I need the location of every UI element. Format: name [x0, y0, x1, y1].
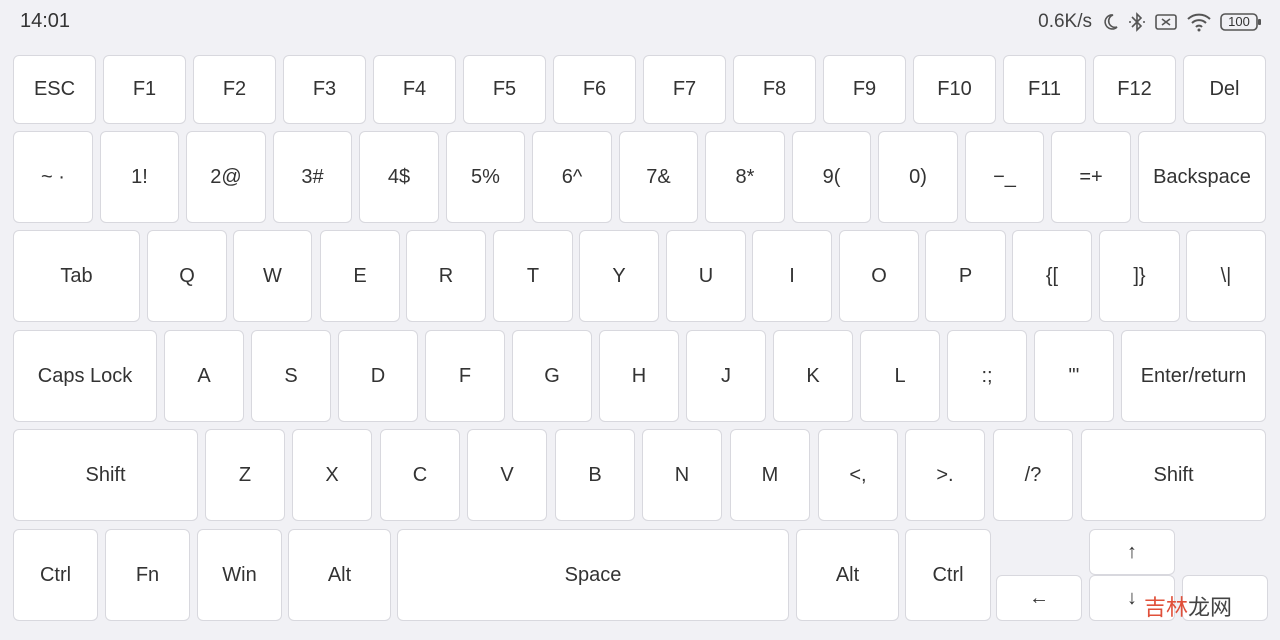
key-win[interactable]: Win — [197, 529, 282, 621]
key-r[interactable]: R — [406, 230, 486, 322]
key-backslash[interactable]: \| — [1186, 230, 1266, 322]
key-ctrl-right[interactable]: Ctrl — [905, 529, 991, 621]
network-speed: 0.6K/s — [1038, 11, 1092, 32]
key-f10[interactable]: F10 — [913, 55, 996, 124]
key-alt-left[interactable]: Alt — [288, 529, 391, 621]
key-f5[interactable]: F5 — [463, 55, 546, 124]
battery-level: 100 — [1228, 14, 1250, 29]
watermark: 吉林龙网 — [1144, 590, 1232, 622]
key-j[interactable]: J — [686, 330, 766, 422]
key-5[interactable]: 5% — [446, 131, 525, 223]
key-esc[interactable]: ESC — [13, 55, 96, 124]
key-tab[interactable]: Tab — [13, 230, 140, 322]
key-shift-left[interactable]: Shift — [13, 429, 198, 521]
bluetooth-icon — [1128, 11, 1146, 33]
key-fn[interactable]: Fn — [105, 529, 190, 621]
key-l[interactable]: L — [860, 330, 940, 422]
key-v[interactable]: V — [467, 429, 547, 521]
moon-icon — [1100, 12, 1120, 32]
key-2[interactable]: 2@ — [186, 131, 266, 223]
key-del[interactable]: Del — [1183, 55, 1266, 124]
key-minus[interactable]: −_ — [965, 131, 1044, 223]
key-quote[interactable]: "' — [1034, 330, 1114, 422]
key-caps-lock[interactable]: Caps Lock — [13, 330, 157, 422]
key-space[interactable]: Space — [397, 529, 789, 621]
key-f6[interactable]: F6 — [553, 55, 636, 124]
key-p[interactable]: P — [925, 230, 1006, 322]
key-arrow-up[interactable]: ↑ — [1089, 529, 1175, 575]
key-tilde[interactable]: ~ · — [13, 131, 93, 223]
key-arrow-left[interactable]: ← — [996, 575, 1082, 621]
key-f3[interactable]: F3 — [283, 55, 366, 124]
key-g[interactable]: G — [512, 330, 592, 422]
key-m[interactable]: M — [730, 429, 810, 521]
key-7[interactable]: 7& — [619, 131, 698, 223]
key-period[interactable]: >. — [905, 429, 985, 521]
status-time: 14:01 — [20, 10, 71, 32]
key-k[interactable]: K — [773, 330, 853, 422]
key-u[interactable]: U — [666, 230, 746, 322]
key-6[interactable]: 6^ — [532, 131, 612, 223]
key-comma[interactable]: <, — [818, 429, 898, 521]
key-b[interactable]: B — [555, 429, 635, 521]
key-z[interactable]: Z — [205, 429, 285, 521]
key-equals[interactable]: =+ — [1051, 131, 1131, 223]
key-f1[interactable]: F1 — [103, 55, 186, 124]
key-d[interactable]: D — [338, 330, 418, 422]
key-shift-right[interactable]: Shift — [1081, 429, 1266, 521]
key-backspace[interactable]: Backspace — [1138, 131, 1266, 223]
key-n[interactable]: N — [642, 429, 722, 521]
key-f7[interactable]: F7 — [643, 55, 726, 124]
key-a[interactable]: A — [164, 330, 244, 422]
key-enter-return[interactable]: Enter/return — [1121, 330, 1266, 422]
sim-off-icon — [1154, 12, 1178, 32]
status-bar: 14:01 0.6K/s 100 — [0, 0, 1280, 46]
watermark-part1: 吉林 — [1144, 596, 1189, 621]
key-f[interactable]: F — [425, 330, 505, 422]
key-h[interactable]: H — [599, 330, 679, 422]
key-w[interactable]: W — [233, 230, 312, 322]
key-0[interactable]: 0) — [878, 131, 958, 223]
watermark-part2: 龙网 — [1188, 596, 1233, 621]
key-8[interactable]: 8* — [705, 131, 785, 223]
key-c[interactable]: C — [380, 429, 460, 521]
battery-icon: 100 — [1220, 12, 1262, 32]
key-left-bracket[interactable]: {[ — [1012, 230, 1092, 322]
key-f9[interactable]: F9 — [823, 55, 906, 124]
status-icons: 0.6K/s 100 — [1038, 8, 1262, 36]
key-9[interactable]: 9( — [792, 131, 871, 223]
key-semicolon[interactable]: :; — [947, 330, 1027, 422]
key-f4[interactable]: F4 — [373, 55, 456, 124]
key-f12[interactable]: F12 — [1093, 55, 1176, 124]
key-1[interactable]: 1! — [100, 131, 179, 223]
wifi-icon — [1186, 12, 1212, 32]
key-y[interactable]: Y — [579, 230, 659, 322]
key-right-bracket[interactable]: ]} — [1099, 230, 1180, 322]
key-q[interactable]: Q — [147, 230, 227, 322]
key-ctrl-left[interactable]: Ctrl — [13, 529, 98, 621]
key-3[interactable]: 3# — [273, 131, 352, 223]
key-f2[interactable]: F2 — [193, 55, 276, 124]
key-f11[interactable]: F11 — [1003, 55, 1086, 124]
key-s[interactable]: S — [251, 330, 331, 422]
key-t[interactable]: T — [493, 230, 573, 322]
key-4[interactable]: 4$ — [359, 131, 439, 223]
key-alt-right[interactable]: Alt — [796, 529, 899, 621]
key-i[interactable]: I — [752, 230, 832, 322]
key-e[interactable]: E — [320, 230, 400, 322]
key-o[interactable]: O — [839, 230, 919, 322]
key-slash[interactable]: /? — [993, 429, 1073, 521]
key-f8[interactable]: F8 — [733, 55, 816, 124]
key-x[interactable]: X — [292, 429, 372, 521]
